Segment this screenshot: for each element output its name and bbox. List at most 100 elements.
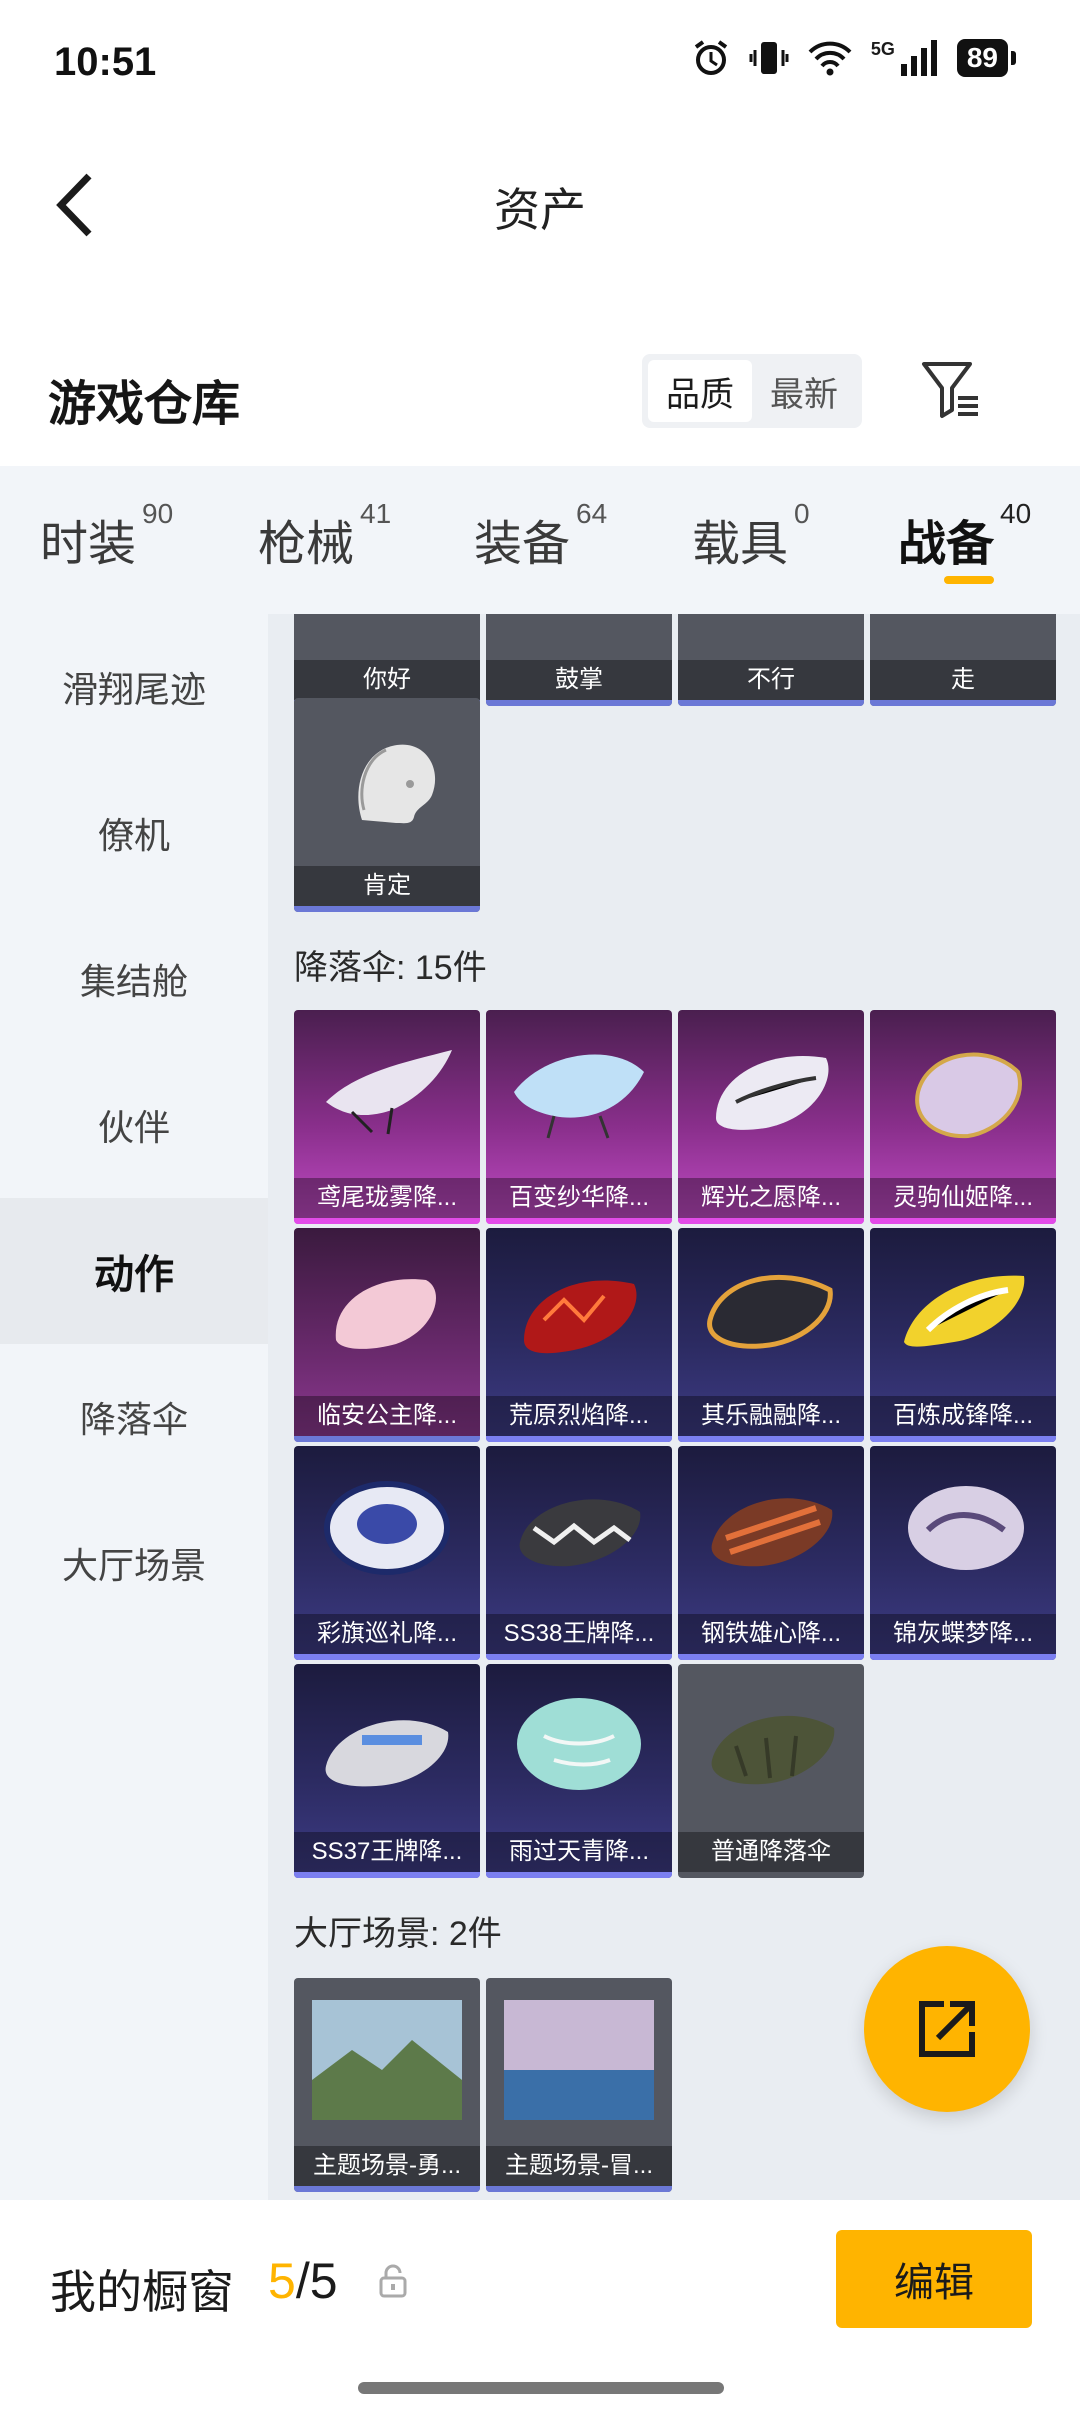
item-label: 不行	[678, 660, 864, 700]
tab-label: 装备	[474, 518, 571, 571]
rarity-bar	[870, 1218, 1056, 1224]
parachute-tile[interactable]: 其乐融融降...	[678, 1228, 864, 1442]
status-icons: 5G 89	[691, 38, 1017, 78]
showcase-separator: /	[295, 2253, 310, 2309]
active-tab-indicator	[944, 576, 994, 584]
parachute-icon	[514, 1054, 644, 1139]
tab-firearms[interactable]: 枪械 41	[258, 500, 391, 574]
parachute-icon	[519, 1499, 641, 1567]
showcase-current: 5	[268, 2253, 296, 2309]
item-label: 锦灰蝶梦降...	[870, 1614, 1056, 1654]
tab-count: 0	[794, 498, 810, 529]
filter-button[interactable]	[918, 358, 984, 424]
action-tile[interactable]: 你好	[294, 614, 480, 706]
item-label: 主题场景-勇...	[294, 2146, 480, 2186]
rarity-bar	[486, 1654, 672, 1660]
item-label: 荒原烈焰降...	[486, 1396, 672, 1436]
filter-icon	[922, 362, 978, 418]
tab-fashion[interactable]: 时装 90	[40, 500, 173, 574]
parachute-icon	[711, 1715, 835, 1785]
rarity-bar	[486, 2186, 672, 2192]
item-label: 肯定	[294, 866, 480, 906]
parachute-icon	[517, 1698, 641, 1790]
tab-combat-gear[interactable]: 战备 40	[898, 500, 1031, 574]
tab-equipment[interactable]: 装备 64	[474, 500, 607, 574]
rarity-bar	[486, 1218, 672, 1224]
parachute-icon	[707, 1274, 833, 1349]
item-label: 辉光之愿降...	[678, 1178, 864, 1218]
rarity-bar	[870, 1436, 1056, 1442]
parachute-tile[interactable]: 百变纱华降...	[486, 1010, 672, 1224]
item-label: 百炼成锋降...	[870, 1396, 1056, 1436]
action-tile[interactable]: 肯定	[294, 698, 480, 912]
parachute-tile[interactable]: 辉光之愿降...	[678, 1010, 864, 1224]
item-label: 你好	[294, 660, 480, 700]
rarity-bar	[870, 700, 1056, 706]
page-title: 资产	[494, 184, 586, 236]
parachute-icon	[716, 1056, 829, 1130]
sidebar-item-wingman[interactable]: 僚机	[0, 760, 268, 906]
item-label: SS37王牌降...	[294, 1832, 480, 1872]
parachute-tile[interactable]: 灵驹仙姬降...	[870, 1010, 1056, 1224]
item-label: 鸢尾珑雾降...	[294, 1178, 480, 1218]
sort-newest-option[interactable]: 最新	[752, 360, 856, 422]
parachute-tile[interactable]: 普通降落伞	[678, 1664, 864, 1878]
share-fab[interactable]	[864, 1946, 1030, 2112]
parachute-tile[interactable]: 钢铁雄心降...	[678, 1446, 864, 1660]
sort-quality-option[interactable]: 品质	[648, 360, 752, 422]
parachute-tile[interactable]: 鸢尾珑雾降...	[294, 1010, 480, 1224]
item-label: 彩旗巡礼降...	[294, 1614, 480, 1654]
lobby-scene-tile[interactable]: 主题场景-冒...	[486, 1978, 672, 2192]
parachute-icon	[324, 1481, 450, 1575]
sidebar-item-actions[interactable]: 动作	[0, 1198, 268, 1344]
sidebar-item-parachute[interactable]: 降落伞	[0, 1344, 268, 1490]
tab-label: 战备	[898, 518, 995, 571]
network-type: 5G	[870, 38, 895, 59]
sidebar-item-glide-trail[interactable]: 滑翔尾迹	[0, 614, 268, 760]
edit-button[interactable]: 编辑	[836, 2230, 1032, 2328]
showcase-label: 我的橱窗	[50, 2266, 234, 2318]
sidebar-item-companion[interactable]: 伙伴	[0, 1052, 268, 1198]
rarity-bar	[486, 1436, 672, 1442]
item-label: 钢铁雄心降...	[678, 1614, 864, 1654]
action-tile[interactable]: 走	[870, 614, 1056, 706]
wifi-icon	[808, 41, 852, 76]
sidebar: 滑翔尾迹 僚机 集结舱 伙伴 动作 降落伞 大厅场景	[0, 614, 268, 2200]
item-label: 临安公主降...	[294, 1396, 480, 1436]
item-label: 百变纱华降...	[486, 1178, 672, 1218]
rarity-bar	[294, 1654, 480, 1660]
lobby-scene-section-title: 大厅场景: 2件	[294, 1915, 502, 1953]
tab-label: 时装	[40, 518, 137, 571]
rarity-bar	[486, 1872, 672, 1878]
tab-count: 40	[1000, 498, 1032, 529]
parachute-tile[interactable]: SS37王牌降...	[294, 1664, 480, 1878]
parachute-icon	[904, 1275, 1025, 1347]
tab-vehicles[interactable]: 载具 0	[692, 500, 810, 574]
rarity-bar	[678, 1654, 864, 1660]
parachute-tile[interactable]: 雨过天青降...	[486, 1664, 672, 1878]
sidebar-item-assembly-pod[interactable]: 集结舱	[0, 906, 268, 1052]
rarity-bar	[486, 700, 672, 706]
status-time: 10:51	[54, 40, 157, 84]
home-indicator[interactable]	[358, 2382, 724, 2394]
parachute-tile[interactable]: 百炼成锋降...	[870, 1228, 1056, 1442]
parachute-tile[interactable]: 锦灰蝶梦降...	[870, 1446, 1056, 1660]
landscape-icon	[312, 2000, 462, 2120]
parachute-tile[interactable]: SS38王牌降...	[486, 1446, 672, 1660]
action-tile[interactable]: 不行	[678, 614, 864, 706]
rarity-bar	[678, 700, 864, 706]
app-header: 资产	[0, 150, 1080, 260]
parachute-tile[interactable]: 临安公主降...	[294, 1228, 480, 1442]
vibrate-icon	[749, 42, 789, 74]
share-icon	[919, 2001, 975, 2057]
item-label: 灵驹仙姬降...	[870, 1178, 1056, 1218]
signal-icon	[900, 40, 937, 76]
parachute-tile[interactable]: 彩旗巡礼降...	[294, 1446, 480, 1660]
showcase-bar: 我的橱窗 5/5 编辑	[0, 2200, 1080, 2414]
action-tile[interactable]: 鼓掌	[486, 614, 672, 706]
lock-icon	[379, 2264, 407, 2298]
lobby-scene-tile[interactable]: 主题场景-勇...	[294, 1978, 480, 2192]
parachute-icon	[326, 1050, 452, 1135]
sidebar-item-lobby-scene[interactable]: 大厅场景	[0, 1490, 268, 1636]
parachute-tile[interactable]: 荒原烈焰降...	[486, 1228, 672, 1442]
